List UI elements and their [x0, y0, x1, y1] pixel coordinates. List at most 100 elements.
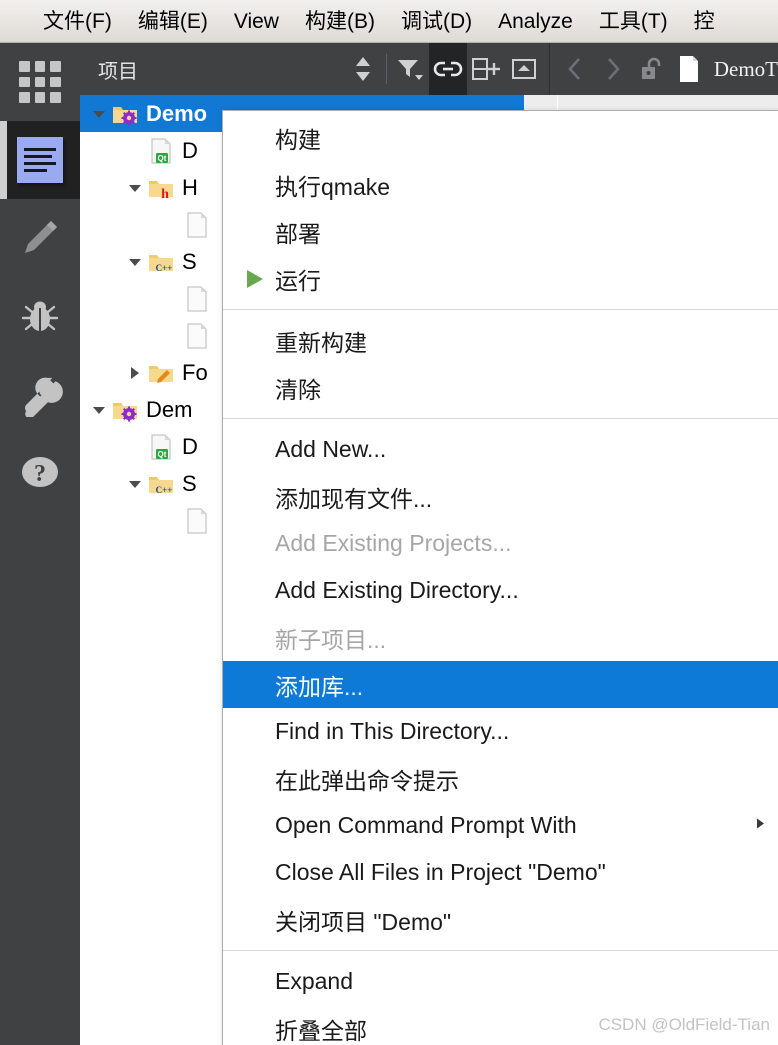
svg-text:Qt: Qt	[158, 154, 167, 163]
sources-folder-icon: C++	[149, 476, 173, 495]
context-menu-item[interactable]: Add Existing Directory...	[223, 567, 778, 614]
filter-funnel-icon	[397, 60, 423, 80]
context-menu-item-label: Add New...	[275, 436, 387, 462]
tree-item-label: D	[182, 137, 198, 163]
context-menu-item: 新子项目...	[223, 614, 778, 661]
context-menu-item[interactable]: 重新构建	[223, 317, 778, 364]
lock-toggle-button[interactable]	[632, 43, 670, 95]
tree-expander[interactable]	[88, 95, 110, 132]
watermark-text: CSDN @OldField-Tian	[598, 1015, 770, 1034]
tree-expander	[160, 206, 182, 243]
context-menu-item-label: 添加库...	[275, 673, 364, 700]
navigate-back-button[interactable]	[556, 43, 594, 95]
context-menu-item[interactable]: Add New...	[223, 426, 778, 473]
file-icon	[187, 508, 207, 533]
context-menu-item[interactable]: 构建	[223, 114, 778, 161]
filter-button[interactable]	[391, 43, 429, 95]
context-menu-item[interactable]: Close All Files in Project "Demo"	[223, 849, 778, 896]
tree-expander[interactable]	[124, 243, 146, 280]
chevron-right-icon	[131, 366, 139, 379]
svg-text:C++: C++	[156, 485, 173, 495]
tree-expander[interactable]	[88, 391, 110, 428]
context-menu-item[interactable]: 关闭项目 "Demo"	[223, 896, 778, 943]
chevron-down-icon	[129, 480, 141, 488]
context-menu-item[interactable]: 添加库...	[223, 661, 778, 708]
file-icon	[187, 286, 207, 311]
tree-item-icon: C++	[146, 469, 176, 499]
context-menu-item[interactable]: Open Command Prompt With	[223, 802, 778, 849]
mode-button-debug[interactable]	[0, 277, 80, 355]
current-file-icon-button[interactable]	[670, 43, 708, 95]
file-icon	[187, 323, 207, 348]
svg-text:C++: C++	[156, 263, 173, 273]
mode-button-edit[interactable]	[0, 121, 80, 199]
document-icon	[17, 137, 63, 183]
chevron-down-icon	[129, 184, 141, 192]
tree-item-icon: Qt	[146, 136, 176, 166]
menubar-item-4[interactable]: 调试(D)	[388, 0, 485, 42]
context-menu-item[interactable]: 添加现有文件...	[223, 473, 778, 520]
context-menu-item: Add Existing Projects...	[223, 520, 778, 567]
split-button[interactable]	[467, 43, 505, 95]
context-menu-item[interactable]: 在此弹出命令提示	[223, 755, 778, 802]
tree-item-icon	[182, 506, 212, 536]
menubar-item-5[interactable]: Analyze	[485, 0, 586, 42]
context-menu-item[interactable]: Find in This Directory...	[223, 708, 778, 755]
submenu-arrow-icon	[752, 815, 768, 836]
qt-project-icon	[113, 402, 137, 421]
tree-item-label: Demo	[146, 100, 208, 126]
mode-button-projects[interactable]	[0, 355, 80, 433]
tree-expander[interactable]	[124, 465, 146, 502]
menubar-item-7[interactable]: 控	[681, 0, 728, 42]
svg-text:?: ?	[34, 461, 46, 487]
tree-item-icon: h	[146, 173, 176, 203]
split-plus-icon	[471, 58, 500, 80]
forward-chevron-icon	[607, 58, 620, 80]
mode-button-welcome[interactable]	[0, 43, 80, 121]
question-icon: ?	[22, 457, 58, 487]
context-menu-item-label: Add Existing Projects...	[275, 530, 512, 556]
mode-button-help[interactable]: ?	[0, 433, 80, 511]
tree-item-icon	[110, 99, 140, 129]
file-icon	[187, 212, 207, 237]
tree-expander[interactable]	[124, 354, 146, 391]
navigate-forward-button[interactable]	[594, 43, 632, 95]
menubar-item-1[interactable]: 编辑(E)	[125, 0, 221, 42]
menu-separator	[223, 418, 778, 419]
menu-bar: 文件(F) 编辑(E) View 构建(B) 调试(D) Analyze 工具(T) 控	[0, 0, 778, 43]
svg-text:Qt: Qt	[158, 450, 167, 459]
menubar-item-6[interactable]: 工具(T)	[586, 0, 681, 42]
current-file-title: DemoT	[713, 56, 778, 81]
collapse-panel-button[interactable]	[505, 43, 543, 95]
context-menu-item[interactable]: 部署	[223, 208, 778, 255]
unlocked-padlock-icon	[641, 57, 661, 79]
mode-selector-sidebar: ?	[0, 43, 80, 1045]
toolbar-divider	[548, 43, 550, 95]
tree-expander	[124, 132, 146, 169]
menu-separator	[223, 309, 778, 310]
tree-item-icon	[182, 210, 212, 240]
synchronize-with-editor-button[interactable]	[428, 43, 467, 95]
context-menu-item-label: 关闭项目 "Demo"	[275, 908, 452, 935]
tree-item-label: D	[182, 433, 198, 459]
chevron-down-icon	[93, 110, 105, 118]
tree-expander[interactable]	[124, 169, 146, 206]
mode-button-design[interactable]	[0, 199, 80, 277]
menubar-item-2[interactable]: View	[221, 0, 292, 42]
bug-icon	[21, 301, 59, 331]
menu-separator	[223, 950, 778, 951]
file-icon	[679, 56, 698, 82]
sync-updown-button[interactable]	[344, 43, 382, 95]
context-menu-item-label: Close All Files in Project "Demo"	[275, 859, 606, 885]
menubar-item-3[interactable]: 构建(B)	[292, 0, 388, 42]
link-icon	[433, 61, 463, 77]
menubar-item-0[interactable]: 文件(F)	[30, 0, 125, 42]
context-menu-item[interactable]: 清除	[223, 364, 778, 411]
context-menu-item[interactable]: Expand	[223, 958, 778, 1005]
qt-pro-file-icon: Qt	[151, 434, 171, 459]
context-menu-item[interactable]: 运行	[223, 255, 778, 302]
context-menu-item[interactable]: 执行qmake	[223, 161, 778, 208]
context-menu-item-label: 重新构建	[275, 329, 367, 356]
context-menu-item-label: 执行qmake	[275, 173, 391, 200]
minimize-icon	[511, 59, 536, 79]
